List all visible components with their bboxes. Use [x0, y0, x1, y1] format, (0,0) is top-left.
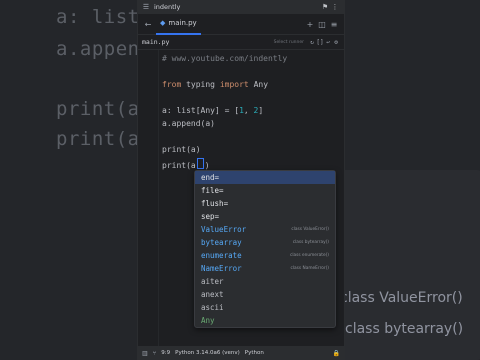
- settings-icon[interactable]: ⚙: [332, 39, 340, 46]
- completion-name: bytearray: [201, 238, 242, 247]
- completion-item[interactable]: ascii: [195, 301, 335, 314]
- cursor-position[interactable]: 9:9: [161, 350, 170, 356]
- completion-item[interactable]: ValueError class ValueError(): [195, 223, 335, 236]
- completion-item[interactable]: enumerate class enumerate(): [195, 249, 335, 262]
- lock-icon: 🔒: [332, 349, 340, 357]
- completion-item[interactable]: bytearray class bytearray(): [195, 236, 335, 249]
- completion-name: aiter: [201, 277, 224, 286]
- bg-ghost-item: class ValueError(): [340, 290, 463, 306]
- completion-item[interactable]: file=: [195, 184, 335, 197]
- menu-icon[interactable]: ≡: [328, 20, 340, 29]
- code-line-import: from typing import Any: [162, 80, 269, 89]
- code-line-print: print(a): [162, 145, 201, 154]
- language-label[interactable]: Python: [245, 350, 264, 356]
- completion-hint: class ValueError(): [291, 227, 329, 232]
- bg-code-line: a: list: [56, 6, 140, 28]
- completion-name: end=: [201, 173, 220, 182]
- text-cursor: [196, 158, 204, 169]
- window-title: indently: [154, 3, 181, 11]
- hamburger-icon[interactable]: ☰: [142, 3, 150, 11]
- completion-item[interactable]: sep=: [195, 210, 335, 223]
- select-runner-dropdown[interactable]: Select runner: [274, 40, 304, 45]
- code-line-declaration: a: list[Any] = [1, 2]: [162, 106, 264, 115]
- completion-item[interactable]: end=: [195, 171, 335, 184]
- completion-hint: class bytearray(): [292, 240, 329, 245]
- completion-hint: class enumerate(): [289, 253, 329, 258]
- file-toolbar: main.py Select runner ↻ [] ↩ ⚙: [138, 35, 344, 50]
- back-arrow-icon[interactable]: ←: [142, 20, 154, 29]
- interpreter-label[interactable]: Python 3.14.0a6 (venv): [175, 350, 240, 356]
- tab-main-py[interactable]: ◆ main.py: [156, 13, 201, 35]
- code-line-append: a.append(a): [162, 119, 215, 128]
- completion-name: enumerate: [201, 251, 242, 260]
- completion-name: NameError: [201, 264, 242, 273]
- tab-bar: ← ◆ main.py + ◫ ≡: [138, 14, 344, 35]
- editor-window: ☰ indently ⚑ ⋮ ← ◆ main.py + ◫ ≡ main.py…: [138, 0, 344, 360]
- code-line-comment: # www.youtube.com/indently: [162, 54, 288, 63]
- plus-icon[interactable]: +: [304, 20, 316, 29]
- completion-hint: class NameError(): [290, 266, 329, 271]
- branch-icon[interactable]: ⑂: [153, 350, 157, 357]
- current-file-label: main.py: [142, 38, 170, 46]
- completion-name: file=: [201, 186, 224, 195]
- more-icon[interactable]: ⋮: [330, 3, 340, 11]
- completion-name: sep=: [201, 212, 220, 221]
- bg-code-line: print(a: [56, 98, 140, 120]
- autocomplete-popup: end= file= flush= sep= ValueError class Value…: [194, 170, 336, 328]
- completion-item[interactable]: anext: [195, 288, 335, 301]
- status-bar: ▥ ⑂ 9:9 Python 3.14.0a6 (venv) Python 🔒: [138, 346, 344, 360]
- bg-code-line: print(a: [56, 128, 140, 150]
- completion-item[interactable]: NameError class NameError(): [195, 262, 335, 275]
- completion-name: Any: [201, 316, 215, 325]
- bg-ghost-item: class bytearray(): [345, 321, 464, 337]
- completion-name: ValueError: [201, 225, 247, 234]
- tab-label: main.py: [168, 19, 197, 27]
- gutter: [158, 50, 159, 346]
- run-icon[interactable]: ⚑: [320, 3, 330, 11]
- refresh-icon[interactable]: ↻: [308, 39, 316, 46]
- layout-icon[interactable]: ▥: [142, 350, 148, 357]
- code-line-print-editing: print(a): [162, 158, 210, 170]
- completion-item[interactable]: aiter: [195, 275, 335, 288]
- wrap-icon[interactable]: ↩: [324, 39, 332, 46]
- completion-name: anext: [201, 290, 224, 299]
- split-icon[interactable]: ◫: [316, 20, 328, 29]
- python-file-icon: ◆: [160, 19, 166, 27]
- completion-name: ascii: [201, 303, 224, 312]
- title-bar: ☰ indently ⚑ ⋮: [138, 0, 344, 14]
- brackets-icon[interactable]: []: [316, 39, 324, 46]
- completion-item[interactable]: Any: [195, 314, 335, 327]
- completion-name: flush=: [201, 199, 229, 208]
- completion-item[interactable]: flush=: [195, 197, 335, 210]
- code-editor[interactable]: # www.youtube.com/indently from typing i…: [138, 50, 344, 346]
